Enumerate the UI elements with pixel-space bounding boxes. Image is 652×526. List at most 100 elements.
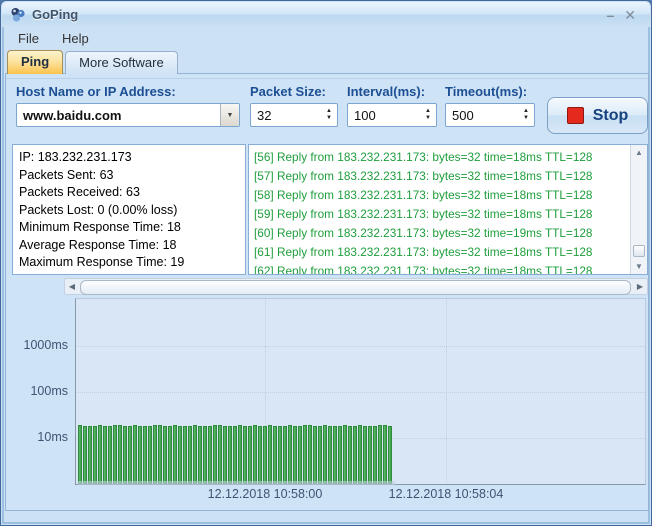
- response-time-bar: [253, 425, 257, 484]
- app-icon: [10, 7, 26, 23]
- response-time-bar: [228, 426, 232, 484]
- response-time-bar: [133, 425, 137, 484]
- response-time-bar: [368, 426, 372, 484]
- response-time-bar: [83, 426, 87, 484]
- y-tick-label: 100ms: [10, 384, 68, 398]
- stop-button-label: Stop: [593, 107, 629, 125]
- scroll-up-icon[interactable]: ▲: [631, 145, 647, 160]
- timeout-value[interactable]: 500: [446, 108, 518, 123]
- response-time-bar: [93, 426, 97, 484]
- stats-line: Packets Lost: 0 (0.00% loss): [19, 202, 245, 220]
- h-gridline: [76, 346, 645, 347]
- bars-baseline-shadow: [78, 481, 395, 485]
- spinner-arrows-icon[interactable]: ▲▼: [518, 104, 534, 126]
- host-value[interactable]: www.baidu.com: [17, 108, 220, 123]
- stop-square-icon: [567, 107, 584, 124]
- response-time-bar: [158, 425, 162, 484]
- minimize-icon[interactable]: –: [606, 8, 614, 22]
- response-time-bar: [138, 426, 142, 484]
- response-time-bar: [308, 425, 312, 484]
- scroll-right-icon[interactable]: ▶: [633, 279, 647, 294]
- menu-item-help[interactable]: Help: [53, 29, 98, 48]
- log-line: [58] Reply from 183.232.231.173: bytes=3…: [254, 186, 630, 205]
- spinner-arrows-icon[interactable]: ▲▼: [420, 104, 436, 126]
- chevron-down-icon[interactable]: ▼: [220, 104, 239, 126]
- response-time-bar: [213, 425, 217, 484]
- menu-item-file[interactable]: File: [9, 29, 48, 48]
- tab-ping[interactable]: Ping: [7, 50, 63, 74]
- response-time-bar: [358, 425, 362, 484]
- response-time-bar: [108, 426, 112, 484]
- response-time-bar: [183, 426, 187, 484]
- log-line: [56] Reply from 183.232.231.173: bytes=3…: [254, 148, 630, 167]
- log-line: [60] Reply from 183.232.231.173: bytes=3…: [254, 224, 630, 243]
- goping-window: GoPing – ✕ File Help PingMore Software Ho…: [0, 0, 652, 526]
- response-time-bar: [173, 425, 177, 484]
- response-time-bar: [208, 426, 212, 484]
- packet-size-value[interactable]: 32: [251, 108, 321, 123]
- host-label: Host Name or IP Address:: [16, 84, 176, 99]
- response-time-bar: [78, 425, 82, 484]
- response-time-bar: [333, 426, 337, 484]
- stats-line: IP: 183.232.231.173: [19, 149, 245, 167]
- response-time-bar: [388, 426, 392, 484]
- window-title: GoPing: [32, 7, 78, 22]
- interval-stepper[interactable]: 100 ▲▼: [347, 103, 437, 127]
- spinner-arrows-icon[interactable]: ▲▼: [321, 104, 337, 126]
- response-time-bar: [263, 426, 267, 484]
- packet-size-label: Packet Size:: [250, 84, 326, 99]
- response-time-bar: [353, 426, 357, 484]
- x-tick-label: 12.12.2018 10:58:00: [208, 487, 323, 501]
- response-time-bar: [293, 426, 297, 484]
- tab-strip: PingMore Software: [7, 50, 180, 74]
- response-time-bar: [248, 426, 252, 484]
- chart-plot-area: [75, 298, 646, 485]
- scroll-left-icon[interactable]: ◀: [65, 279, 79, 294]
- ping-log-panel[interactable]: [56] Reply from 183.232.231.173: bytes=3…: [248, 144, 648, 275]
- scroll-down-icon[interactable]: ▼: [631, 259, 647, 274]
- response-time-bar: [288, 425, 292, 484]
- scrollbar-thumb[interactable]: [633, 245, 645, 257]
- y-tick-label: 10ms: [10, 430, 68, 444]
- timeout-stepper[interactable]: 500 ▲▼: [445, 103, 535, 127]
- x-tick-label: 12.12.2018 10:58:04: [389, 487, 504, 501]
- response-time-bar: [123, 426, 127, 484]
- response-time-bar: [188, 426, 192, 484]
- response-time-bar: [338, 426, 342, 484]
- vertical-scrollbar[interactable]: ▲ ▼: [630, 145, 647, 274]
- response-time-bar: [128, 426, 132, 484]
- response-time-bar: [118, 425, 122, 484]
- tab-more-software[interactable]: More Software: [65, 51, 178, 74]
- response-time-bar: [298, 426, 302, 484]
- response-time-bar: [378, 425, 382, 484]
- menu-bar: File Help: [4, 27, 648, 49]
- response-time-bar: [318, 426, 322, 484]
- response-time-bar: [273, 426, 277, 484]
- response-time-bar: [153, 425, 157, 484]
- chart-horizontal-scrollbar[interactable]: ◀ ▶: [64, 278, 648, 295]
- response-time-bar: [113, 425, 117, 484]
- screenshot-stage: GoPing – ✕ File Help PingMore Software Ho…: [0, 0, 652, 526]
- response-time-bar: [258, 426, 262, 484]
- interval-value[interactable]: 100: [348, 108, 420, 123]
- ping-tab-page: Host Name or IP Address: Packet Size: In…: [5, 73, 649, 511]
- stats-line: Maximum Response Time: 19: [19, 254, 245, 272]
- stats-line: Average Response Time: 18: [19, 237, 245, 255]
- response-time-bar: [343, 425, 347, 484]
- response-time-bar: [148, 426, 152, 484]
- packet-size-stepper[interactable]: 32 ▲▼: [250, 103, 338, 127]
- stop-button[interactable]: Stop: [547, 97, 648, 134]
- stats-line: Packets Sent: 63: [19, 167, 245, 185]
- scrollbar-thumb[interactable]: [80, 280, 631, 295]
- response-time-bar: [278, 426, 282, 484]
- interval-label: Interval(ms):: [347, 84, 425, 99]
- response-time-bar: [268, 425, 272, 484]
- response-time-bar: [383, 425, 387, 484]
- host-combobox[interactable]: www.baidu.com ▼: [16, 103, 240, 127]
- response-time-bar: [193, 425, 197, 484]
- close-icon[interactable]: ✕: [624, 8, 636, 22]
- ping-statistics-panel: IP: 183.232.231.173Packets Sent: 63 Packe…: [12, 144, 246, 275]
- response-time-bar: [313, 426, 317, 484]
- response-time-bar: [198, 426, 202, 484]
- response-time-bar: [348, 426, 352, 484]
